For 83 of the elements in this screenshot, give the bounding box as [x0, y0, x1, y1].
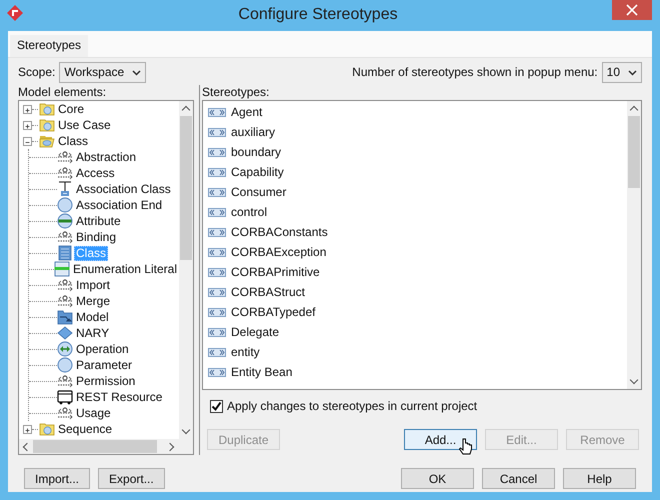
tree-item[interactable]: Permission: [74, 374, 138, 388]
class-icon: [57, 245, 73, 261]
expand-icon[interactable]: [23, 424, 32, 434]
enumeration-literal-icon: [54, 261, 70, 277]
dependency-icon: [57, 405, 73, 421]
dependency-icon: [57, 165, 73, 181]
scope-dropdown[interactable]: Workspace: [59, 62, 146, 82]
list-item[interactable]: CORBAPrimitive: [231, 265, 320, 279]
popup-count-dropdown[interactable]: 10: [602, 62, 642, 82]
dependency-icon: [57, 229, 73, 245]
dependency-icon: [57, 149, 73, 165]
caret-icon: [132, 70, 142, 76]
caret-icon: [628, 70, 637, 76]
list-item[interactable]: boundary: [231, 145, 282, 159]
tree-item[interactable]: Attribute: [74, 214, 123, 228]
list-item[interactable]: CORBAStruct: [231, 285, 306, 299]
tree-item[interactable]: Use Case: [56, 118, 113, 132]
list-item[interactable]: CORBAConstants: [231, 225, 328, 239]
association-class-icon: [57, 181, 73, 197]
resource-icon: [57, 389, 73, 405]
vertical-scrollbar[interactable]: [627, 101, 641, 389]
tree-item[interactable]: Model: [74, 310, 111, 324]
dependency-icon: [57, 277, 73, 293]
list-item[interactable]: entity: [231, 345, 260, 359]
attribute-icon: [57, 213, 73, 229]
tree-item[interactable]: Association Class: [74, 182, 173, 196]
tab[interactable]: Stereotypes: [10, 35, 88, 57]
expand-icon[interactable]: [23, 120, 32, 130]
tree-item[interactable]: Core: [56, 102, 86, 116]
list-item[interactable]: Consumer: [231, 185, 286, 199]
list-item[interactable]: Delegate: [231, 325, 280, 339]
circle-icon: [57, 197, 73, 213]
tree-item[interactable]: Abstraction: [74, 150, 138, 164]
app-logo-icon: [6, 4, 24, 22]
stereotypes-label: Stereotypes:: [202, 85, 270, 100]
operation-icon: [57, 341, 73, 357]
model-icon: [57, 309, 73, 325]
tree-item[interactable]: Merge: [74, 294, 112, 308]
list-item[interactable]: CORBAException: [231, 245, 326, 259]
folder-icon: [39, 421, 55, 437]
tree-item[interactable]: Usage: [74, 406, 113, 420]
tree-item[interactable]: Import: [74, 278, 112, 292]
horizontal-scrollbar[interactable]: [19, 439, 193, 454]
dependency-icon: [57, 373, 73, 389]
tree-item[interactable]: Class: [56, 134, 90, 148]
tree-item[interactable]: Sequence: [56, 422, 114, 436]
button[interactable]: Help: [563, 468, 636, 489]
circle-icon: [57, 357, 73, 373]
folder-icon: [39, 117, 55, 133]
popup-count-label: Number of stereotypes shown in popup menu:: [352, 65, 598, 79]
folder-icon: [39, 101, 55, 117]
open-folder-icon: [39, 133, 55, 149]
model-elements-label: Model elements:: [18, 85, 108, 100]
window-title: Configure Stereotypes: [237, 6, 399, 24]
tree-item[interactable]: Association End: [74, 198, 164, 212]
expand-icon[interactable]: [23, 104, 32, 114]
button[interactable]: Import...: [24, 468, 90, 489]
list-item[interactable]: Capability: [231, 165, 284, 179]
vertical-scrollbar[interactable]: [179, 101, 193, 439]
tree-item[interactable]: Parameter: [74, 358, 134, 372]
tree-item[interactable]: NARY: [74, 326, 112, 340]
dependency-icon: [57, 293, 73, 309]
button[interactable]: Cancel: [482, 468, 555, 489]
scope-label: Scope:: [18, 65, 56, 79]
button[interactable]: OK: [401, 468, 474, 489]
list-item[interactable]: auxiliary: [231, 125, 276, 139]
collapse-icon[interactable]: [23, 136, 32, 146]
close-button[interactable]: [612, 0, 652, 20]
tree-item[interactable]: REST Resource: [74, 390, 164, 404]
apply-checkbox[interactable]: [210, 400, 223, 412]
tree-item[interactable]: Binding: [74, 230, 118, 244]
tree-item[interactable]: Access: [74, 166, 117, 180]
tree-item[interactable]: Operation: [74, 342, 131, 356]
list-item[interactable]: Agent: [231, 105, 262, 119]
list-item[interactable]: CORBATypedef: [231, 305, 316, 319]
close-icon: [626, 4, 638, 16]
diamond-icon: [57, 325, 73, 341]
apply-checkbox-label: Apply changes to stereotypes in current project: [227, 399, 478, 413]
button[interactable]: Add...: [404, 429, 477, 450]
list-item[interactable]: control: [231, 205, 268, 219]
list-item[interactable]: Entity Bean: [231, 365, 292, 379]
tree-item[interactable]: Enumeration Literal: [70, 262, 179, 276]
button[interactable]: Export...: [98, 468, 165, 489]
